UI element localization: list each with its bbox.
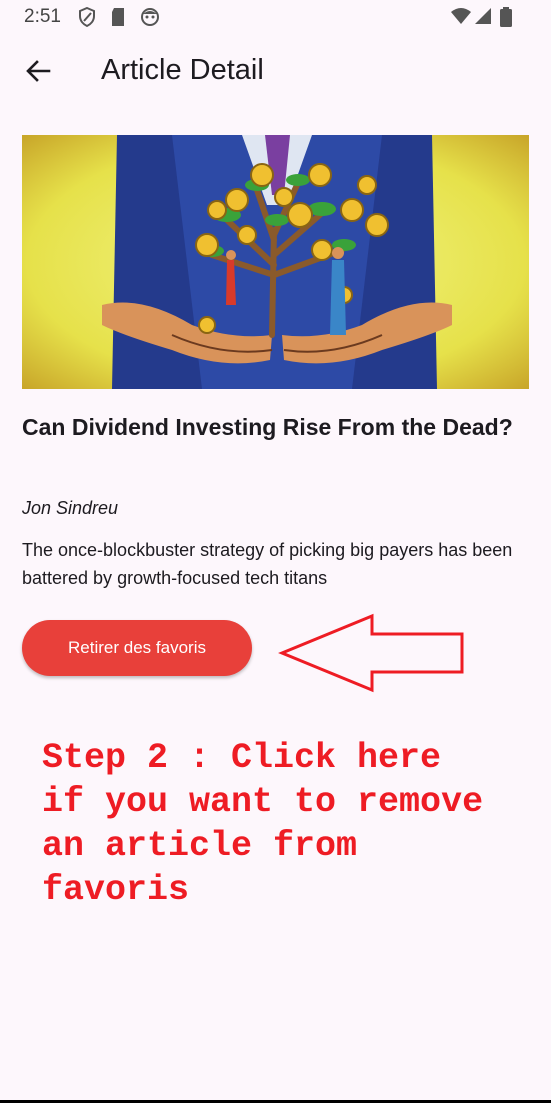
back-button[interactable] (14, 52, 62, 94)
page-title: Article Detail (101, 54, 264, 86)
face-icon (140, 7, 160, 32)
arrow-back-icon (25, 59, 51, 88)
signal-icon (474, 7, 492, 30)
article-image (22, 135, 529, 389)
sd-card-icon (110, 7, 126, 32)
wifi-icon (450, 7, 472, 30)
shield-icon (78, 6, 96, 32)
step-annotation: Step 2 : Click here if you want to remov… (42, 738, 484, 910)
battery-icon (500, 7, 512, 32)
article-summary: The once-blockbuster strategy of picking… (22, 540, 513, 588)
status-time: 2:51 (24, 6, 61, 27)
article-title: Can Dividend Investing Rise From the Dea… (22, 414, 513, 440)
article-author: Jon Sindreu (22, 498, 119, 518)
status-bar: 2:51 (0, 0, 551, 34)
app-bar: Article Detail (0, 40, 551, 106)
remove-favorite-button[interactable]: Retirer des favoris (22, 620, 252, 676)
annotation-arrow-icon (276, 610, 468, 701)
